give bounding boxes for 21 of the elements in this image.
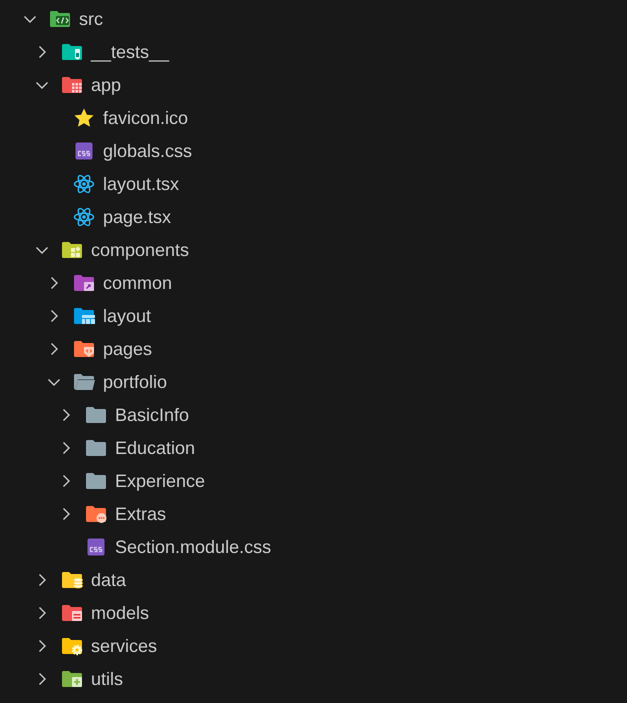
folder-name[interactable]: common <box>103 272 172 294</box>
file-name[interactable]: layout.tsx <box>103 172 180 194</box>
folder-name[interactable]: Education <box>115 436 196 458</box>
file-name[interactable]: globals.css <box>103 140 192 162</box>
folder-name[interactable]: BasicInfo <box>115 404 190 426</box>
folder-name[interactable]: src <box>79 8 103 30</box>
file-name[interactable]: page.tsx <box>103 206 172 228</box>
folder-name[interactable]: utils <box>91 668 124 690</box>
folder-name[interactable]: components <box>91 238 190 260</box>
folder-name[interactable]: models <box>91 602 150 624</box>
folder-name[interactable]: data <box>91 568 126 590</box>
folder-name[interactable]: services <box>91 634 158 656</box>
folder-name[interactable]: app <box>91 74 122 96</box>
folder-name[interactable]: portfolio <box>103 370 168 392</box>
folder-name[interactable]: __tests__ <box>91 40 170 62</box>
folder-name[interactable]: layout <box>103 304 152 326</box>
file-name[interactable]: favicon.ico <box>103 106 188 128</box>
folder-name[interactable]: pages <box>103 338 152 360</box>
folder-name[interactable]: Experience <box>115 470 206 492</box>
folder-name[interactable]: Extras <box>115 502 166 524</box>
file-name[interactable]: Section.module.css <box>115 536 272 558</box>
